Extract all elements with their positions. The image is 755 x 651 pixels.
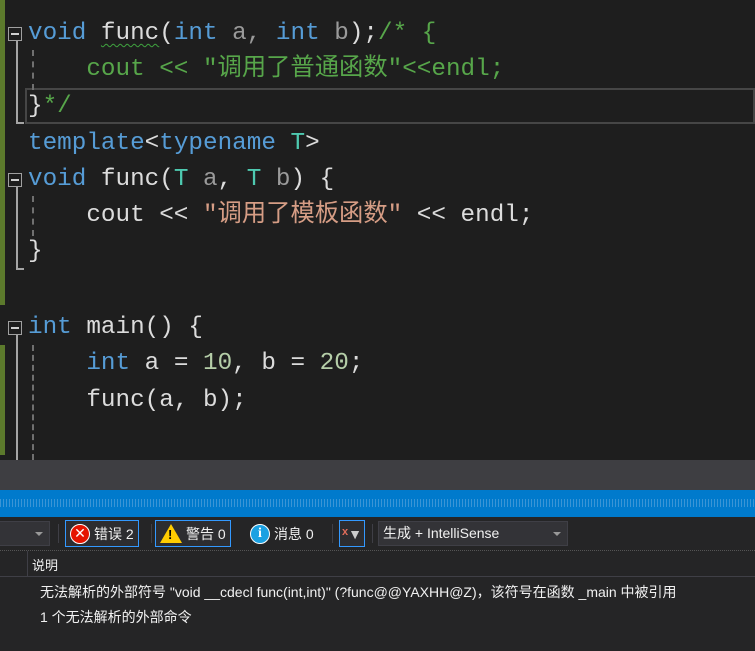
column-header-description[interactable]: 说明	[32, 555, 58, 574]
error-icon: ✕	[70, 523, 90, 544]
code-token: );	[348, 20, 379, 47]
code-token: }	[28, 93, 43, 120]
error-list-header: 说明	[0, 550, 755, 577]
info-icon: i	[250, 523, 270, 544]
code-token: T	[173, 166, 189, 193]
code-token: ,	[217, 166, 247, 193]
code-token: T	[290, 130, 306, 157]
code-token: b	[261, 166, 291, 193]
messages-label: 消息 0	[274, 525, 314, 542]
code-token: ;	[348, 350, 364, 377]
code-line[interactable]: template<typename T>	[28, 126, 320, 162]
build-source-dropdown[interactable]: 生成 + IntelliSense	[378, 521, 568, 546]
code-token: a =	[130, 350, 203, 377]
chevron-down-icon	[553, 532, 561, 536]
code-token: int	[173, 20, 218, 47]
code-token: func(a, b);	[28, 387, 247, 414]
code-token: << endl;	[402, 202, 534, 229]
change-margin	[0, 345, 5, 455]
error-row[interactable]: 无法解析的外部符号 "void __cdecl func(int,int)" (…	[40, 582, 677, 602]
fold-line	[16, 187, 18, 270]
code-line[interactable]: int main() {	[28, 310, 203, 346]
current-line-highlight	[25, 88, 755, 124]
build-source-value: 生成 + IntelliSense	[383, 525, 500, 541]
separator	[58, 524, 59, 543]
error-list-toolbar: ✕ 错误 2 ! 警告 0 i 消息 0 x▼ 生成 + IntelliSens…	[0, 517, 755, 550]
fold-line	[16, 335, 18, 460]
clear-filter-button[interactable]: x▼	[339, 520, 365, 547]
code-line[interactable]: func(a, b);	[28, 383, 247, 419]
warnings-label: 警告 0	[186, 525, 226, 542]
error-list: 无法解析的外部符号 "void __cdecl func(int,int)" (…	[0, 577, 755, 651]
errors-label: 错误 2	[94, 525, 134, 542]
collapse-icon[interactable]	[8, 27, 22, 41]
warning-icon: !	[160, 524, 182, 543]
fold-line	[16, 41, 18, 124]
separator	[372, 524, 373, 543]
messages-filter-button[interactable]: i 消息 0	[246, 520, 318, 547]
code-line[interactable]: int a = 10, b = 20;	[28, 346, 363, 382]
code-token: main() {	[71, 314, 203, 341]
error-row[interactable]: 1 个无法解析的外部命令	[40, 607, 192, 627]
code-token: <	[144, 130, 160, 157]
code-token: }	[28, 238, 43, 265]
code-token: T	[246, 166, 262, 193]
code-token: int	[86, 350, 131, 377]
errors-filter-button[interactable]: ✕ 错误 2	[65, 520, 139, 547]
code-token: void	[28, 20, 87, 47]
code-token: b	[319, 20, 349, 47]
collapse-icon[interactable]	[8, 173, 22, 187]
code-token: a	[188, 166, 218, 193]
code-token: */	[42, 93, 72, 120]
code-token: , b =	[232, 350, 320, 377]
code-token: a,	[217, 20, 276, 47]
code-line[interactable]: cout << "调用了模板函数" << endl;	[28, 198, 533, 234]
code-token: int	[28, 314, 72, 341]
fold-line-end	[16, 268, 24, 270]
fold-line-end	[16, 122, 24, 124]
filter-clear-icon: x▼	[342, 525, 362, 542]
code-line[interactable]: }	[28, 234, 43, 270]
separator	[332, 524, 333, 543]
collapse-icon[interactable]	[8, 321, 22, 335]
code-line[interactable]: void func(T a, T b) {	[28, 162, 334, 198]
code-token: int	[275, 20, 320, 47]
code-token: ) {	[290, 166, 335, 193]
error-list-title-bar[interactable]	[0, 490, 755, 517]
code-token: template	[28, 130, 145, 157]
column-divider[interactable]	[27, 551, 28, 577]
code-token: func	[100, 20, 160, 47]
code-line[interactable]: cout << "调用了普通函数"<<endl;	[28, 52, 504, 88]
code-token: (	[159, 20, 174, 47]
editor-scrollbar-area	[0, 460, 755, 490]
code-line[interactable]: void func(int a, int b);/* {	[28, 16, 436, 52]
code-token: func(	[86, 166, 174, 193]
code-editor[interactable]: void func(int a, int b);/* { cout << "调用…	[0, 0, 755, 460]
chevron-down-icon	[35, 532, 43, 536]
code-token: "调用了模板函数"	[202, 202, 403, 229]
code-line[interactable]: }*/	[28, 89, 72, 125]
scope-dropdown[interactable]	[0, 521, 50, 546]
change-margin	[0, 0, 5, 305]
code-token: >	[305, 130, 320, 157]
code-token: 10	[202, 350, 233, 377]
code-token: /* {	[378, 20, 437, 47]
code-token: cout << "调用了普通函数"<<endl;	[28, 56, 505, 83]
code-token: 20	[319, 350, 349, 377]
warnings-filter-button[interactable]: ! 警告 0	[155, 520, 231, 547]
code-token: cout <<	[28, 202, 203, 229]
code-token: void	[28, 166, 87, 193]
separator	[151, 524, 152, 543]
code-token: typename	[159, 130, 276, 157]
